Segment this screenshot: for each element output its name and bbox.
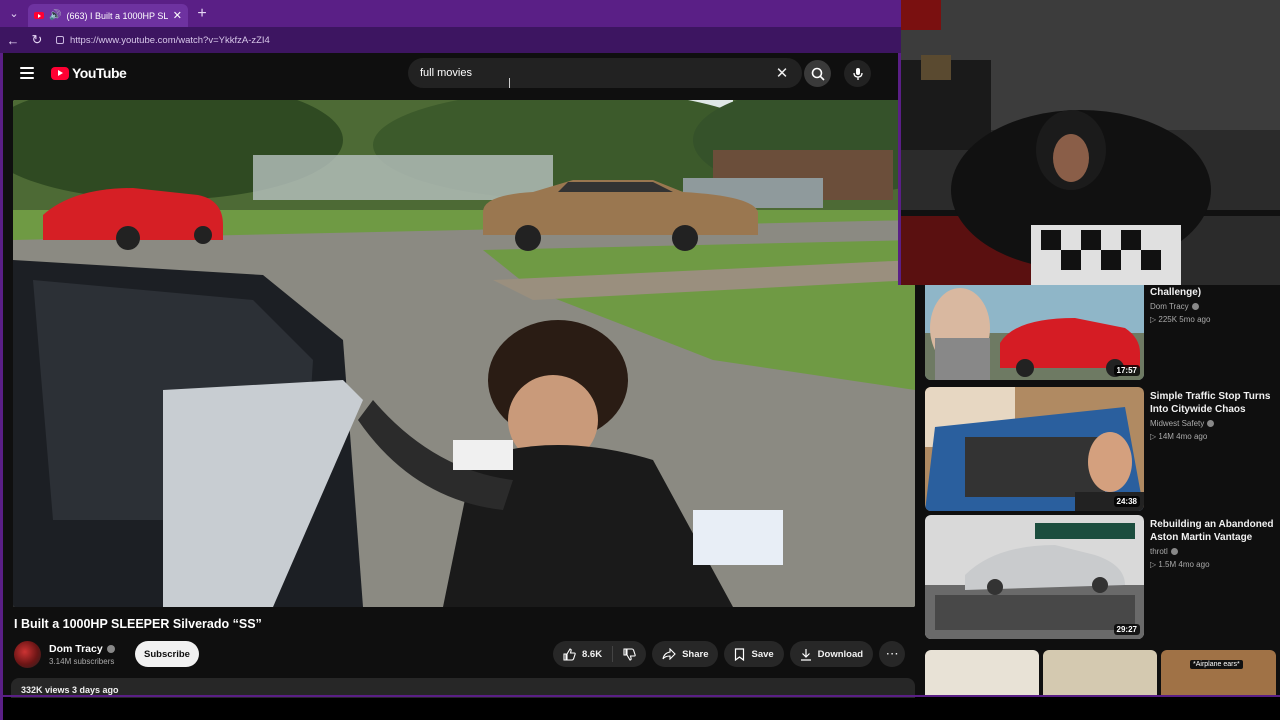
window-border [898, 53, 901, 285]
shorts-thumbnail[interactable] [1043, 650, 1157, 695]
youtube-play-icon [51, 66, 69, 80]
video-player[interactable] [13, 100, 915, 607]
url-text: https://www.youtube.com/watch?v=YkkfzA-z… [70, 34, 270, 46]
thumbnail-image [925, 515, 1144, 639]
recommendation-stats: 1.5M 4mo ago [1158, 560, 1210, 569]
thumbnail-image [925, 387, 1144, 511]
recommendation-channel[interactable]: Dom Tracy [1150, 302, 1189, 311]
verified-icon [1207, 420, 1215, 427]
bookmark-icon [735, 647, 745, 661]
share-button[interactable]: Share [652, 641, 719, 667]
video-title: I Built a 1000HP SLEEPER Silverado “SS” [14, 617, 262, 631]
channel-avatar[interactable] [14, 641, 41, 668]
channel-info: Dom Tracy 3.14M subscribers [14, 641, 115, 668]
views-and-date: 332K views 3 days ago [21, 685, 119, 695]
save-button[interactable]: Save [724, 641, 784, 667]
recommendation-stats: 225K 5mo ago [1158, 315, 1211, 324]
tab-title: (663) I Built a 1000HP SLEEPER [66, 10, 168, 21]
like-dislike-group: 8.6K [553, 641, 647, 667]
channel-name[interactable]: Dom Tracy [49, 643, 103, 655]
video-duration: 17:57 [1113, 365, 1140, 376]
youtube-logo[interactable]: YouTube [51, 65, 127, 81]
recommendation-title[interactable]: Simple Traffic Stop Turns Into Citywide … [1150, 390, 1280, 416]
voice-search-button[interactable] [844, 60, 871, 87]
shorts-thumbnail[interactable] [1161, 650, 1276, 695]
browser-tab-active[interactable]: 🔊 (663) I Built a 1000HP SLEEPER ✕ [28, 4, 188, 27]
subscriber-count: 3.14M subscribers [49, 657, 115, 666]
recommendation-channel[interactable]: throtl [1150, 547, 1168, 556]
thumbnail-image [925, 283, 1144, 380]
download-icon [800, 648, 811, 661]
shorts-caption: *Airplane ears* [1190, 660, 1243, 669]
like-count: 8.6K [582, 648, 603, 660]
download-button[interactable]: Download [789, 641, 874, 667]
verified-icon [106, 645, 115, 653]
recommendation-item[interactable]: 24:38 Simple Traffic Stop Turns Into Cit… [925, 387, 1280, 511]
new-tab-button[interactable]: + [188, 5, 216, 23]
recommendation-thumbnail[interactable]: 29:27 [925, 515, 1144, 639]
tab-list-button[interactable]: ⌄ [0, 0, 28, 27]
window-border [0, 695, 1280, 697]
screen: ⌄ 🔊 (663) I Built a 1000HP SLEEPER ✕ + ←… [0, 0, 1280, 720]
video-frame [13, 100, 915, 607]
thumbs-up-icon [563, 647, 576, 661]
youtube-favicon-icon [34, 12, 44, 19]
recommendation-meta: Challenge) Dom Tracy ▷ 225K 5mo ago [1150, 286, 1280, 324]
recommendation-title[interactable]: Rebuilding an Abandoned Aston Martin Van… [1150, 518, 1280, 544]
close-tab-icon[interactable]: ✕ [173, 9, 182, 22]
thumbs-down-icon [623, 647, 636, 661]
subscribe-button[interactable]: Subscribe [135, 641, 199, 667]
site-info-icon[interactable] [56, 36, 64, 44]
recommendation-meta: Rebuilding an Abandoned Aston Martin Van… [1150, 518, 1280, 569]
clear-search-icon[interactable]: ✕ [774, 64, 790, 82]
webcam-overlay [901, 0, 1280, 285]
verified-icon [1170, 548, 1178, 555]
address-bar: ← ↻ https://www.youtube.com/watch?v=Ykkf… [0, 27, 901, 53]
share-icon [662, 648, 676, 660]
search-input[interactable]: full movies [420, 67, 774, 79]
verified-icon [1191, 303, 1199, 310]
browser-tabstrip: ⌄ 🔊 (663) I Built a 1000HP SLEEPER ✕ + [0, 0, 901, 27]
video-duration: 29:27 [1113, 624, 1140, 635]
window-border [0, 53, 3, 720]
recommendation-thumbnail[interactable]: 17:57 [925, 283, 1144, 380]
recommendation-meta: Simple Traffic Stop Turns Into Citywide … [1150, 390, 1280, 441]
share-label: Share [682, 648, 709, 660]
video-duration: 24:38 [1113, 496, 1140, 507]
back-arrow-icon[interactable]: ← [4, 31, 22, 49]
video-actions: 8.6K Share Save Download ⋯ [553, 641, 906, 667]
more-actions-icon[interactable]: ⋯ [879, 641, 906, 667]
shorts-thumbnail[interactable] [925, 650, 1039, 695]
menu-icon[interactable] [20, 67, 34, 79]
search-icon [811, 67, 825, 81]
recommendation-channel[interactable]: Midwest Safety [1150, 419, 1204, 428]
webcam-image [901, 0, 1280, 285]
masthead: YouTube full movies ✕ [3, 53, 898, 97]
like-button[interactable]: 8.6K [553, 646, 614, 662]
microphone-icon [852, 67, 863, 80]
download-label: Download [817, 648, 864, 660]
search-box[interactable]: full movies ✕ [408, 58, 802, 88]
search-button[interactable] [804, 60, 831, 87]
recommendation-item[interactable]: 17:57 Challenge) Dom Tracy ▷ 225K 5mo ag… [925, 283, 1280, 383]
recommendation-stats: 14M 4mo ago [1158, 432, 1208, 441]
text-cursor [509, 78, 510, 88]
dislike-button[interactable] [613, 647, 646, 661]
recommendation-item[interactable]: 29:27 Rebuilding an Abandoned Aston Mart… [925, 515, 1280, 639]
save-label: Save [751, 648, 774, 660]
recommendation-thumbnail[interactable]: 24:38 [925, 387, 1144, 511]
audio-playing-icon[interactable]: 🔊 [49, 10, 61, 21]
logo-text: YouTube [72, 65, 127, 81]
url-field[interactable]: https://www.youtube.com/watch?v=YkkfzA-z… [56, 35, 270, 46]
reload-icon[interactable]: ↻ [28, 31, 46, 49]
recommendation-title[interactable]: Challenge) [1150, 286, 1280, 299]
